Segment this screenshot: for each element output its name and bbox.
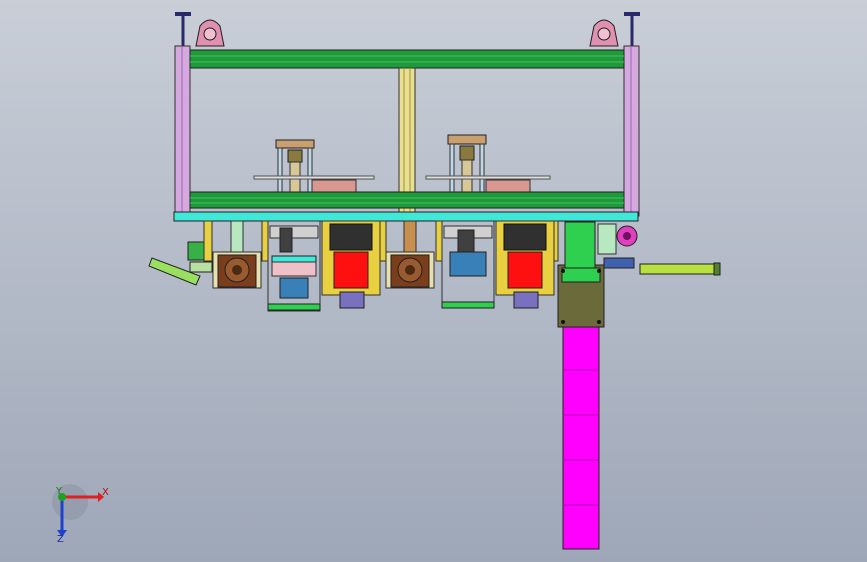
support: [230, 220, 244, 254]
table-plate: [173, 211, 639, 222]
panel-cap: [561, 267, 601, 283]
angled-cylinder: [148, 241, 213, 286]
machine-assembly-model[interactable]: [0, 0, 867, 562]
horizontal-cylinder: [639, 262, 721, 276]
3d-viewport[interactable]: X Y Z: [0, 0, 867, 562]
bolt: [597, 269, 601, 273]
bolt: [561, 320, 565, 324]
sensor-unit: [597, 223, 638, 269]
servo-motor-left: [321, 220, 381, 309]
support: [203, 220, 213, 262]
press-unit-left: [253, 139, 375, 199]
frame-top-beam: [189, 49, 625, 69]
z-axis-label: Z: [57, 534, 64, 545]
support: [403, 220, 417, 254]
servo-motor-right: [495, 220, 555, 309]
press-unit-right: [425, 134, 551, 199]
gearbox-middle: [385, 251, 435, 289]
pusher-column: [562, 324, 600, 550]
bolt: [561, 269, 565, 273]
caster-left: [175, 12, 225, 47]
caster-right: [589, 12, 640, 47]
bolt: [597, 320, 601, 324]
clamp-station-right: [441, 220, 495, 309]
frame-lower-beam: [189, 191, 625, 209]
support: [261, 220, 269, 262]
support: [379, 220, 387, 262]
y-axis-label: Y: [56, 486, 63, 497]
gearbox-left: [212, 251, 262, 289]
clamp-station-left: [267, 220, 321, 312]
support: [435, 220, 443, 262]
chute: [564, 221, 596, 269]
x-axis-label: X: [102, 487, 109, 498]
